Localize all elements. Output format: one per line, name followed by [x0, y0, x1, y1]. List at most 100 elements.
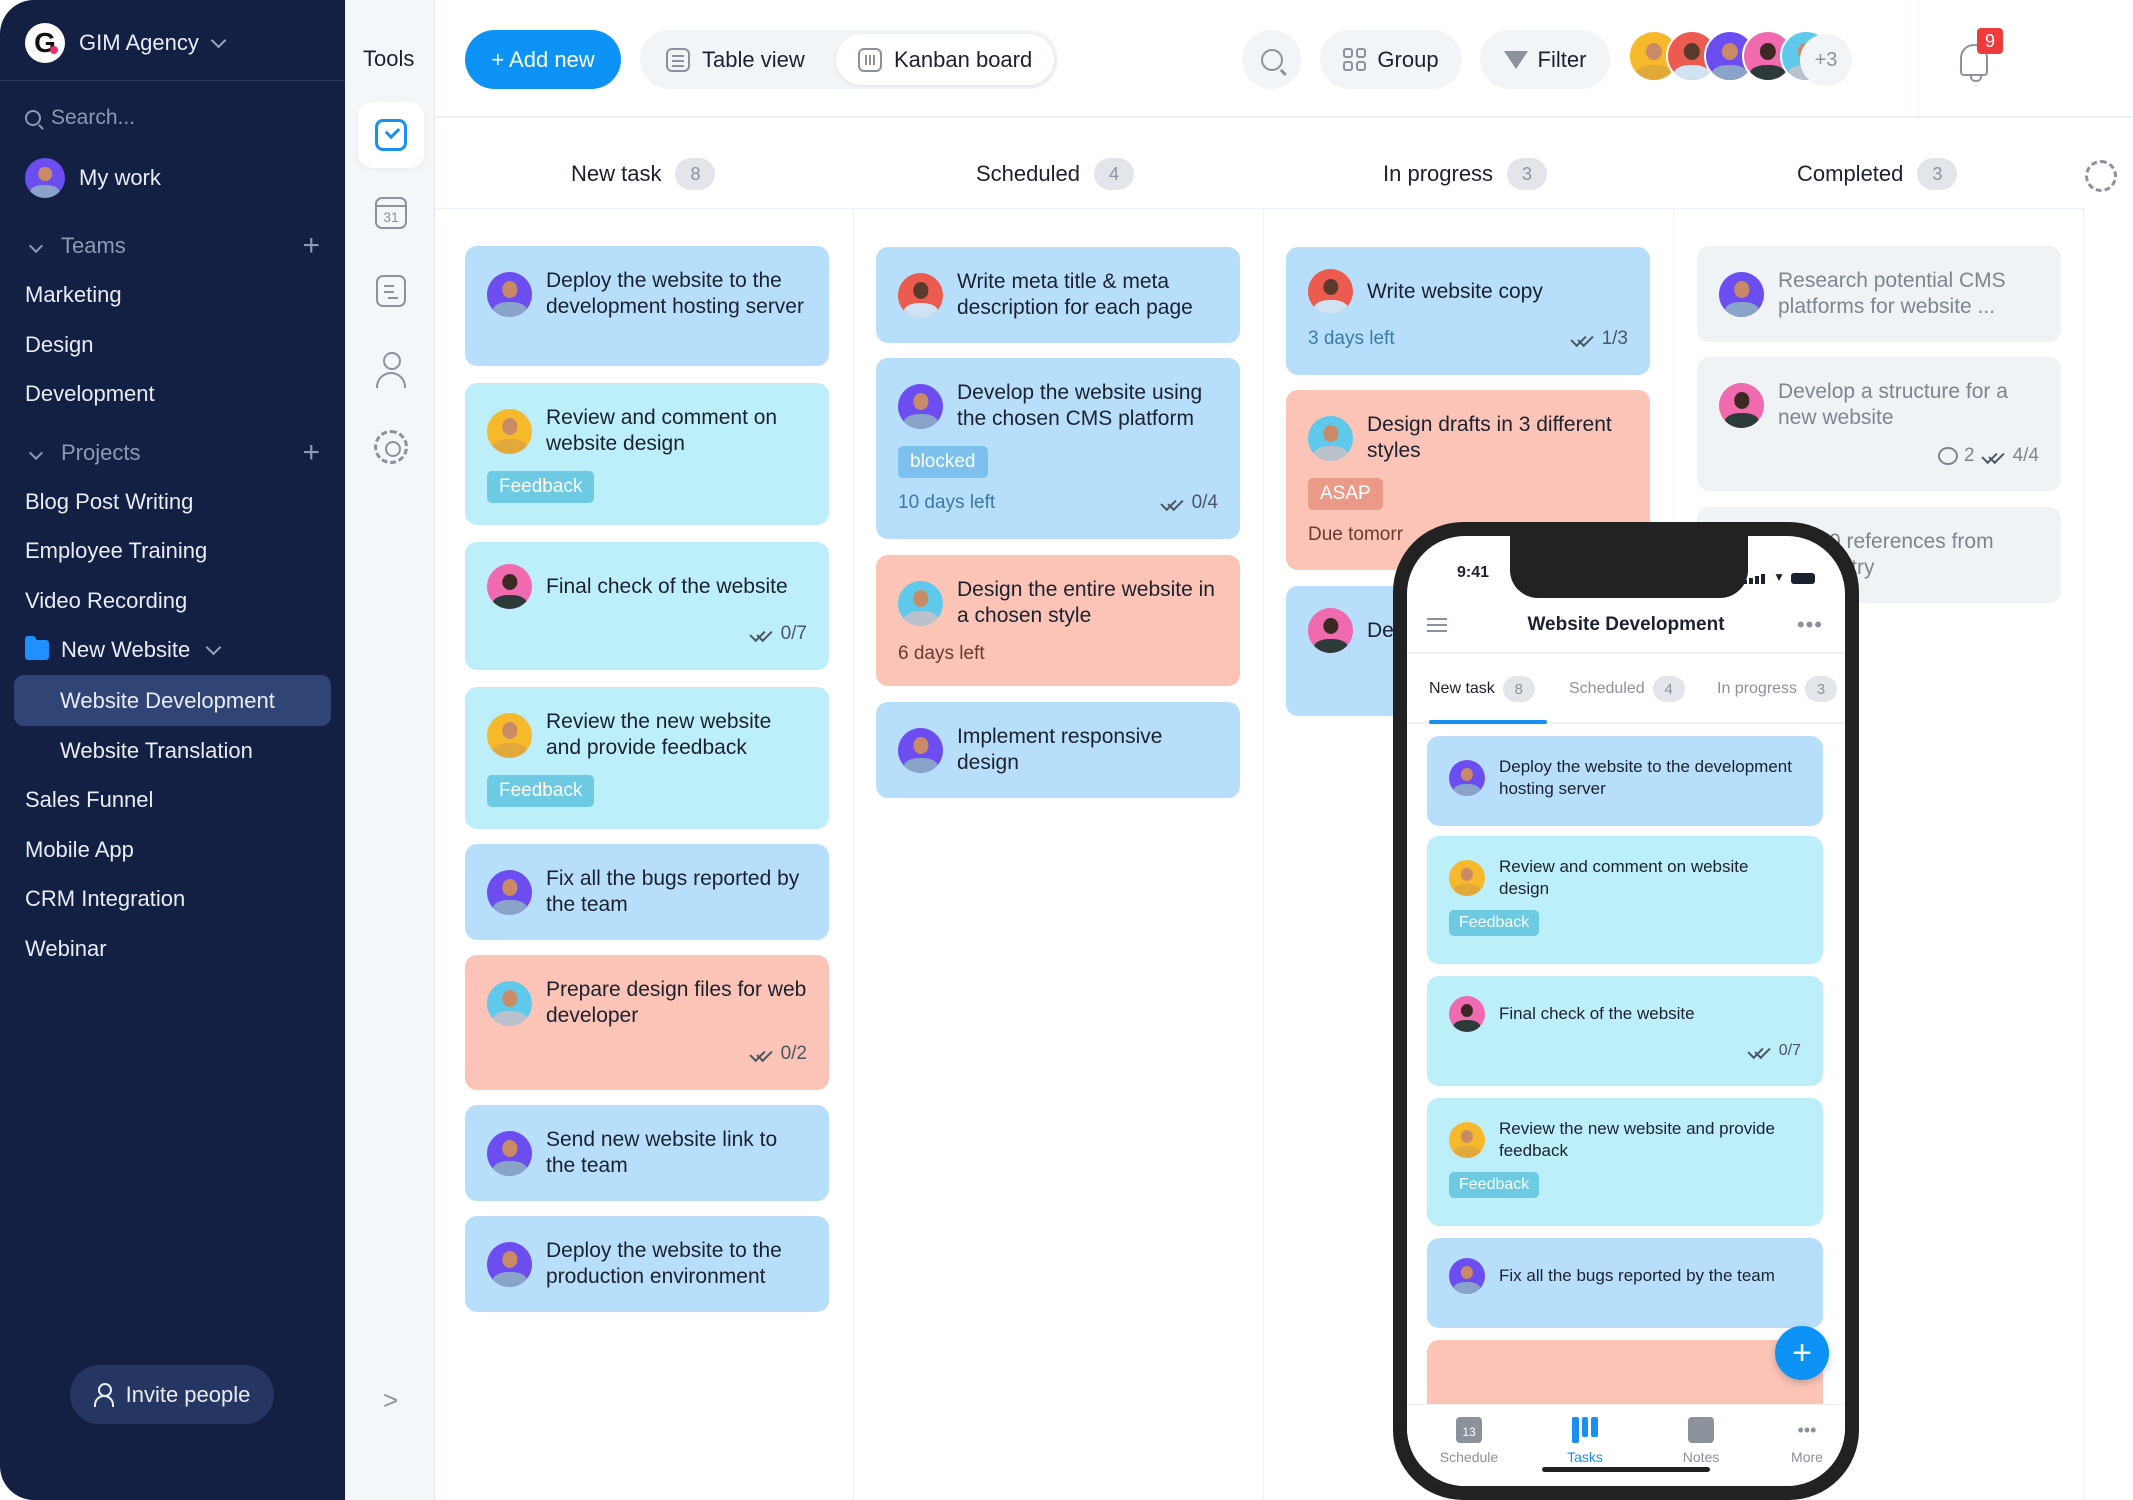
teams-section-header[interactable]: Teams + — [25, 231, 320, 261]
invite-people-button[interactable]: Invite people — [70, 1365, 274, 1424]
nav-more[interactable]: ••• More — [1757, 1417, 1845, 1465]
tool-tasks[interactable] — [358, 102, 424, 168]
column-header-in-progress[interactable]: In progress 3 — [1383, 158, 1548, 190]
avatar — [487, 1130, 532, 1176]
group-button[interactable]: Group — [1320, 30, 1462, 89]
sidebar-item-project[interactable]: Mobile App — [25, 837, 134, 863]
task-card[interactable]: Implement responsive design — [876, 702, 1240, 798]
column-divider — [853, 208, 854, 1500]
column-header-new-task[interactable]: New task 8 — [571, 158, 716, 190]
sidebar-item-team[interactable]: Design — [25, 332, 93, 358]
task-card[interactable]: Deploy the website to the production env… — [465, 1216, 829, 1312]
more-icon[interactable]: ••• — [1797, 612, 1823, 638]
task-title: Write meta title & meta description for … — [957, 270, 1193, 319]
tag-asap: ASAP — [1308, 478, 1383, 510]
search-icon — [1260, 48, 1283, 71]
task-card[interactable]: Design the entire website in a chosen st… — [876, 555, 1240, 686]
task-card[interactable]: Fix all the bugs reported by the team — [465, 844, 829, 940]
divider — [1918, 0, 1919, 118]
phone-task-card[interactable]: Review the new website and provide feedb… — [1427, 1098, 1823, 1226]
add-new-button[interactable]: + Add new — [465, 30, 621, 89]
expand-chevron-icon[interactable]: > — [383, 1385, 398, 1416]
add-team-button[interactable]: + — [302, 231, 320, 261]
tool-settings[interactable] — [358, 414, 424, 480]
task-card[interactable]: Develop a structure for a new website 2 4… — [1697, 357, 2061, 491]
add-task-fab[interactable]: + — [1775, 1326, 1829, 1380]
nav-tasks[interactable]: Tasks — [1535, 1417, 1635, 1465]
sidebar-item-project[interactable]: Sales Funnel — [25, 787, 153, 813]
task-card[interactable]: Review and comment on website design Fee… — [465, 383, 829, 525]
task-title: Research potential CMS platforms for web… — [1778, 269, 2006, 318]
filter-label: Filter — [1537, 46, 1587, 72]
task-title: Review the new website and provide feedb… — [1499, 1119, 1775, 1160]
nav-notes[interactable]: Notes — [1651, 1417, 1751, 1465]
sidebar-item-team[interactable]: Marketing — [25, 282, 122, 308]
tag-blocked: blocked — [898, 446, 988, 478]
tool-calendar[interactable]: 31 — [358, 180, 424, 246]
more-members-count[interactable]: +3 — [1800, 34, 1852, 86]
task-card[interactable]: Research potential CMS platforms for web… — [1697, 246, 2061, 342]
avatar — [898, 383, 943, 429]
sidebar-item-website-development[interactable]: Website Development — [60, 688, 275, 714]
phone-mockup: 9:41 ▼ Website Development ••• New task 8… — [1393, 522, 1859, 1500]
double-check-icon — [1570, 332, 1596, 346]
task-card[interactable]: Write website copy 3 days left 1/3 — [1286, 247, 1650, 375]
task-card[interactable]: Deploy the website to the development ho… — [465, 246, 829, 366]
tool-people[interactable] — [358, 336, 424, 402]
add-user-icon — [93, 1382, 114, 1407]
sidebar-item-project[interactable]: Employee Training — [25, 538, 207, 564]
column-header-completed[interactable]: Completed 3 — [1797, 158, 1958, 190]
settings-icon[interactable] — [2085, 160, 2117, 192]
sidebar-item-project[interactable]: CRM Integration — [25, 886, 185, 912]
task-card[interactable]: Prepare design files for web developer 0… — [465, 955, 829, 1090]
search-button[interactable] — [1242, 30, 1301, 89]
workspace-switcher[interactable]: G GIM Agency — [25, 22, 227, 64]
table-icon — [666, 47, 690, 72]
sidebar-item-website-translation[interactable]: Website Translation — [60, 738, 253, 764]
sidebar-folder-new-website[interactable]: New Website — [25, 636, 222, 663]
double-check-icon — [749, 1047, 775, 1061]
kanban-icon — [1572, 1417, 1599, 1443]
due-label: 6 days left — [898, 643, 985, 664]
tab-kanban-board[interactable]: Kanban board — [836, 34, 1055, 85]
sidebar-item-project[interactable]: Video Recording — [25, 588, 187, 614]
task-card[interactable]: Send new website link to the team — [465, 1105, 829, 1201]
phone-task-card[interactable]: Review and comment on website design Fee… — [1427, 836, 1823, 964]
app-root: G GIM Agency Search... My work Teams + M… — [0, 0, 2133, 1500]
phone-task-card[interactable]: Fix all the bugs reported by the team — [1427, 1238, 1823, 1328]
projects-section-header[interactable]: Projects + — [25, 438, 320, 468]
user-icon — [376, 352, 406, 388]
checklist-progress: 1/3 — [1570, 328, 1628, 350]
task-title: Write website copy — [1367, 279, 1543, 303]
column-header-scheduled[interactable]: Scheduled 4 — [976, 158, 1134, 190]
tools-title: Tools — [363, 46, 415, 71]
sidebar-item-project[interactable]: Webinar — [25, 936, 107, 962]
active-tab-indicator — [1429, 720, 1547, 724]
checklist-progress: 4/4 — [2012, 445, 2039, 466]
checklist-progress: 0/2 — [749, 1043, 807, 1065]
tool-notes[interactable] — [358, 258, 424, 324]
task-title: Deploy the website to the development ho… — [1499, 757, 1792, 798]
task-card[interactable]: Final check of the website 0/7 — [465, 542, 829, 670]
tab-table-view[interactable]: Table view — [644, 34, 827, 85]
sidebar-item-my-work[interactable]: My work — [25, 158, 161, 198]
phone-task-card[interactable]: Deploy the website to the development ho… — [1427, 736, 1823, 826]
phone-tab-scheduled[interactable]: Scheduled 4 — [1569, 676, 1685, 702]
task-card[interactable]: Write meta title & meta description for … — [876, 247, 1240, 343]
phone-tab-new-task[interactable]: New task 8 — [1429, 676, 1535, 702]
add-project-button[interactable]: + — [302, 438, 320, 468]
sidebar-search[interactable]: Search... — [25, 106, 135, 130]
task-card[interactable]: Develop the website using the chosen CMS… — [876, 358, 1240, 539]
avatar — [1449, 760, 1485, 796]
sidebar-item-project[interactable]: Blog Post Writing — [25, 489, 193, 515]
phone-tab-in-progress[interactable]: In progress 3 — [1717, 676, 1838, 702]
nav-schedule[interactable]: 13 Schedule — [1419, 1417, 1519, 1465]
sidebar-item-team[interactable]: Development — [25, 381, 155, 407]
task-card[interactable]: Review the new website and provide feedb… — [465, 687, 829, 829]
phone-task-card[interactable]: Final check of the website 0/7 — [1427, 976, 1823, 1086]
avatar — [1449, 1258, 1485, 1294]
avatar — [1719, 271, 1764, 317]
task-title: Fix all the bugs reported by the team — [546, 867, 800, 916]
filter-button[interactable]: Filter — [1480, 30, 1610, 89]
task-title: Implement responsive design — [957, 725, 1163, 774]
